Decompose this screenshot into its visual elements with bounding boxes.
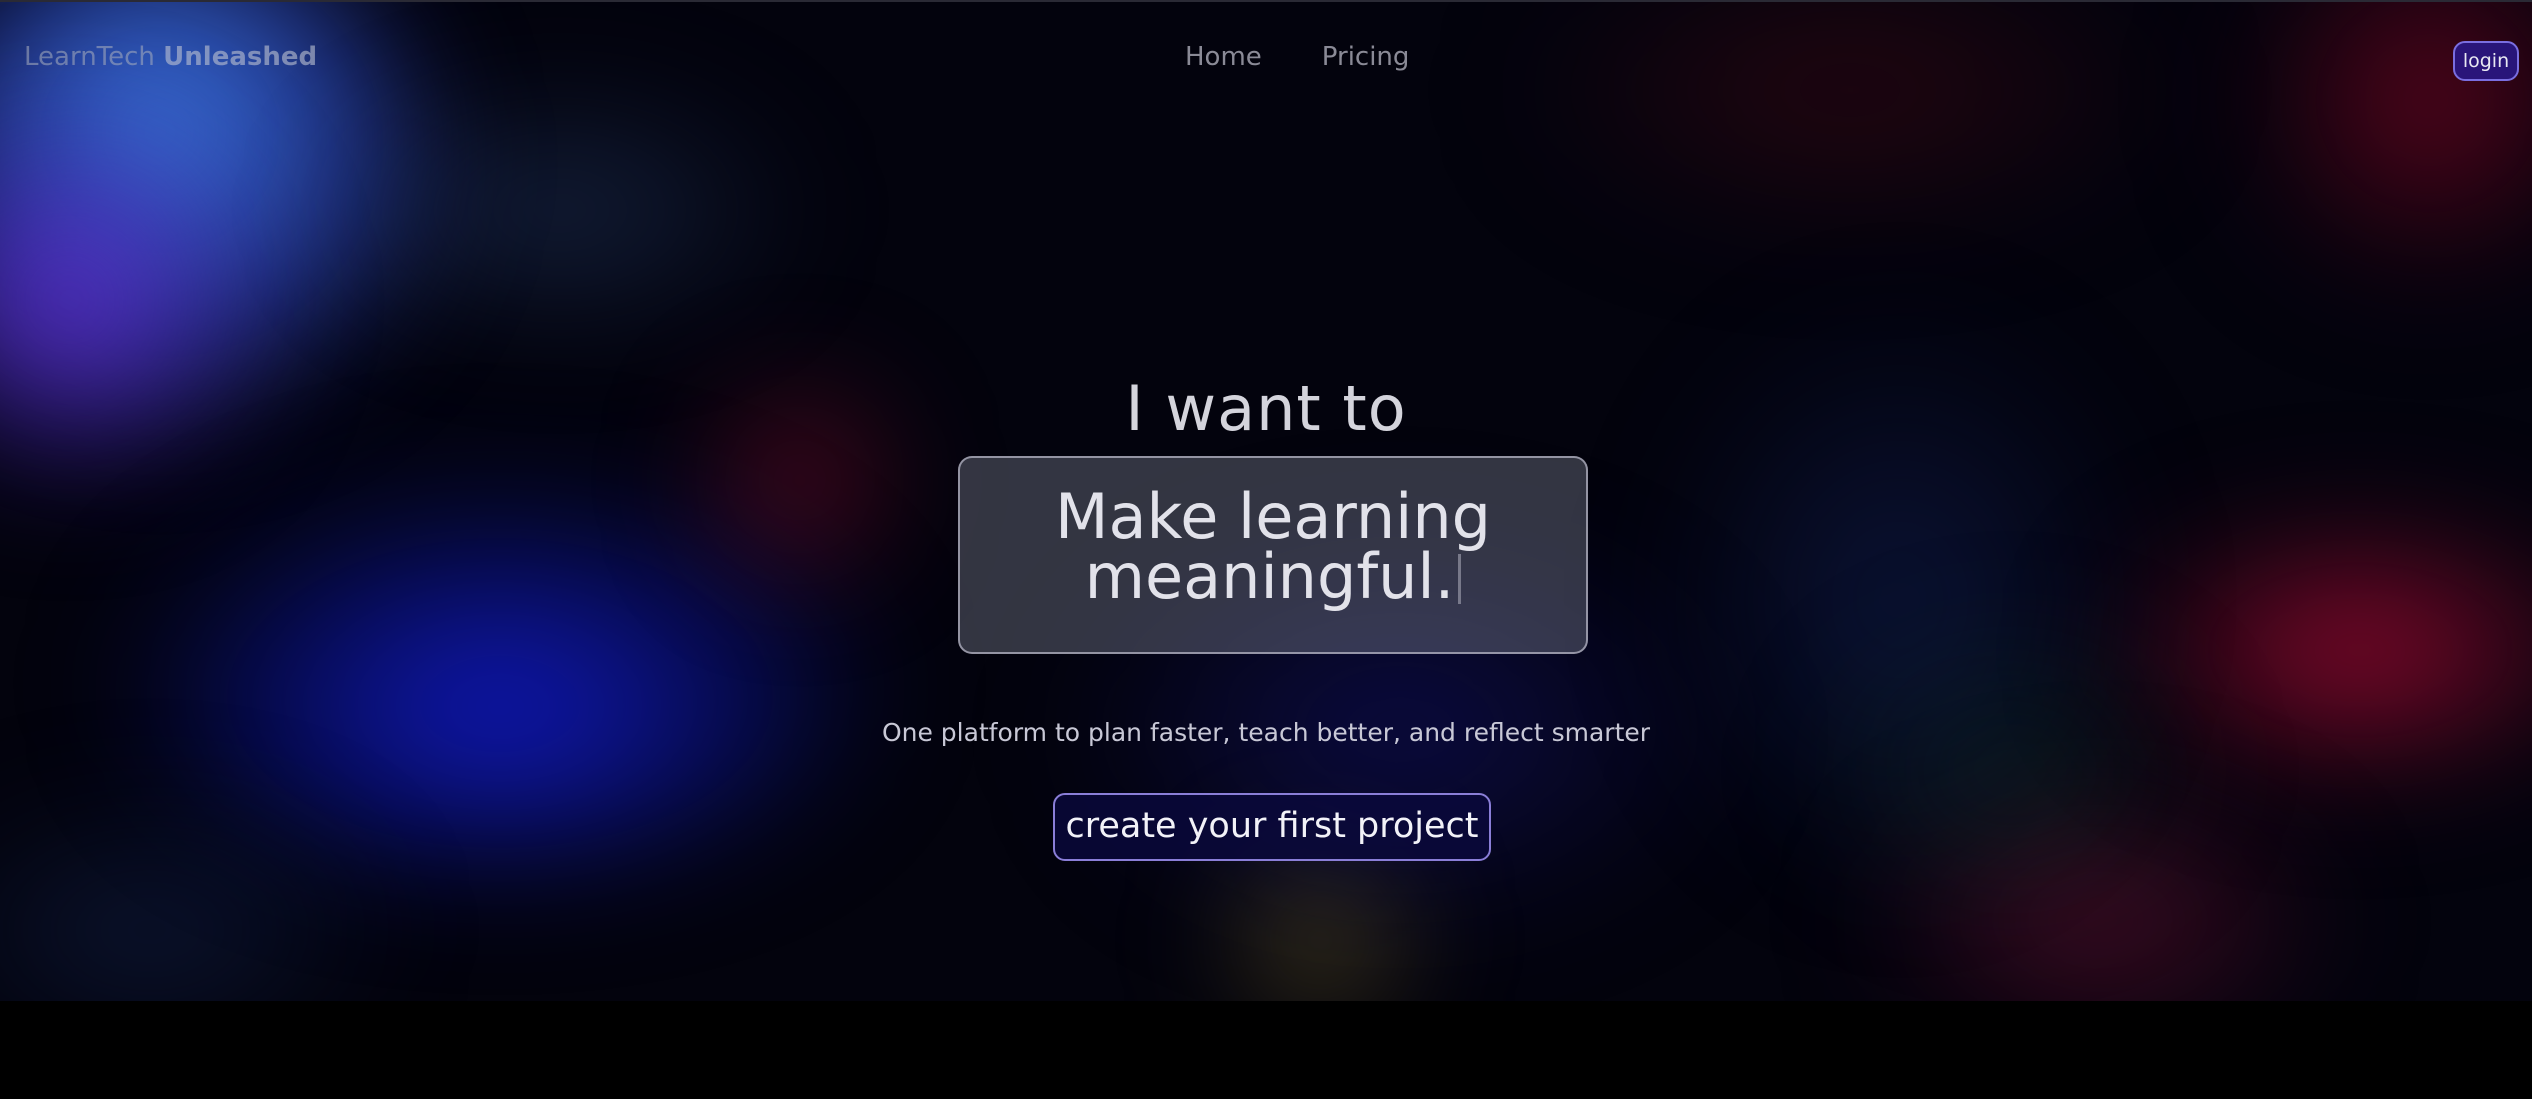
brand-logo[interactable]: LearnTech Unleashed: [24, 42, 317, 72]
rotating-phrase-line-1: Make learning: [1055, 480, 1491, 553]
rotating-phrase-box: Make learning meaningful.: [958, 456, 1588, 654]
page: LearnTech Unleashed Home Pricing login I …: [0, 0, 2532, 1099]
hero-subtitle: One platform to plan faster, teach bette…: [881, 718, 1651, 747]
hero-headline: I want to: [1125, 372, 1407, 445]
rotating-phrase-line-2-text: meaningful.: [1084, 540, 1455, 613]
create-project-button[interactable]: create your first project: [1053, 793, 1491, 861]
brand-name-light: LearnTech: [24, 42, 164, 72]
rotating-phrase: Make learning meaningful.: [993, 480, 1553, 608]
login-button[interactable]: login: [2453, 41, 2519, 81]
glow-green-right: [1800, 620, 2220, 920]
top-nav: LearnTech Unleashed Home Pricing login: [0, 0, 2532, 124]
nav-link-home[interactable]: Home: [1185, 42, 1262, 72]
top-divider: [0, 0, 2532, 2]
nav-link-pricing[interactable]: Pricing: [1322, 42, 1410, 72]
typing-caret: [1458, 554, 1462, 604]
brand-name-bold: Unleashed: [163, 42, 318, 72]
hero-background: LearnTech Unleashed Home Pricing login I …: [0, 0, 2532, 1001]
rotating-phrase-line-2: meaningful.: [993, 546, 1553, 608]
nav-links: Home Pricing: [1185, 42, 1469, 72]
